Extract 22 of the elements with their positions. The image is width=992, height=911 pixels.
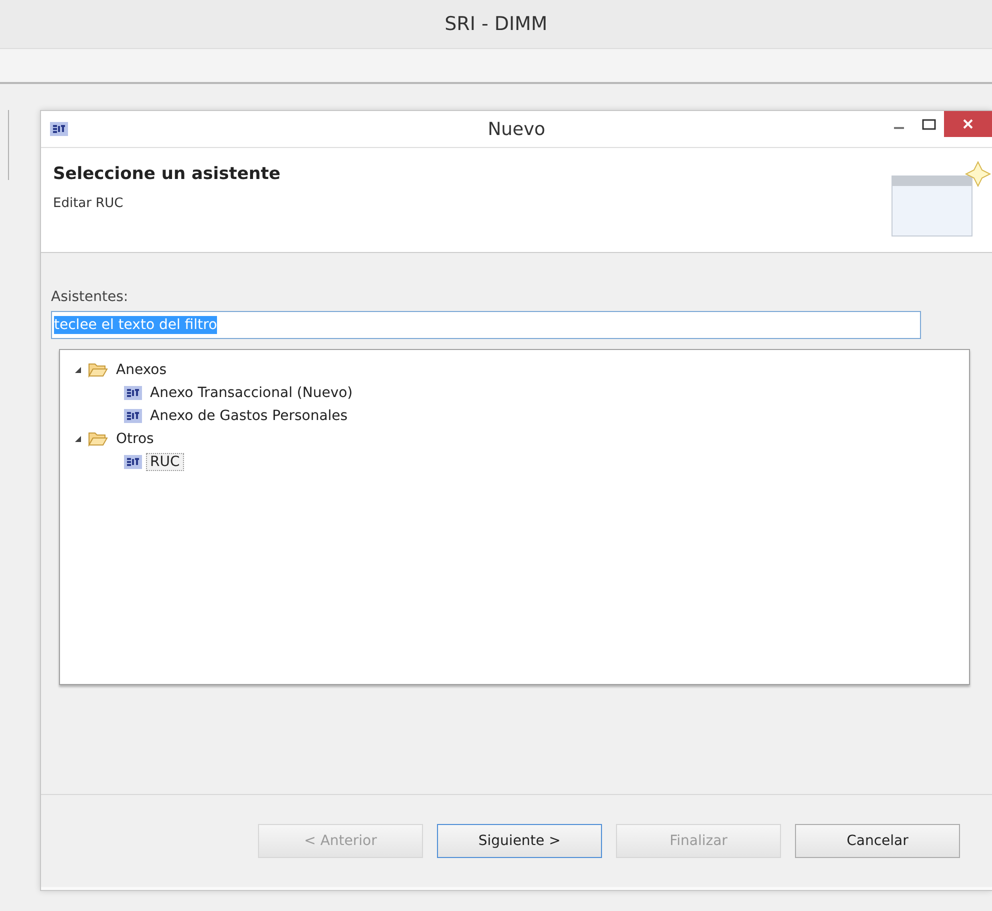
minimize-icon <box>894 127 904 129</box>
close-icon <box>963 119 973 129</box>
dialog-button[interactable]: Cancelar <box>795 824 960 858</box>
wizard-heading: Seleccione un asistente <box>53 164 282 184</box>
filter-label: Asistentes: <box>51 289 130 305</box>
tree-item[interactable]: Anexos <box>112 360 171 378</box>
app-title: SRI - DIMM <box>444 13 548 35</box>
folder-icon <box>88 362 108 378</box>
maximize-icon <box>922 118 936 130</box>
close-button[interactable] <box>944 111 992 137</box>
dialog-button[interactable]: Siguiente > <box>437 824 602 858</box>
folder-icon <box>88 430 108 446</box>
tree-item[interactable]: Anexo Transaccional (Nuevo) <box>146 384 357 402</box>
tree-item[interactable]: Anexo de Gastos Personales <box>146 406 352 424</box>
wizard-subtitle: Editar RUC <box>53 196 124 211</box>
tree-item[interactable]: RUC <box>146 452 184 470</box>
logo-icon <box>124 386 142 400</box>
logo-icon <box>124 454 142 468</box>
logo-icon <box>49 122 69 136</box>
tree-item[interactable]: Otros <box>112 430 158 448</box>
dialog-title: Nuevo <box>488 118 546 140</box>
logo-icon <box>124 408 142 422</box>
